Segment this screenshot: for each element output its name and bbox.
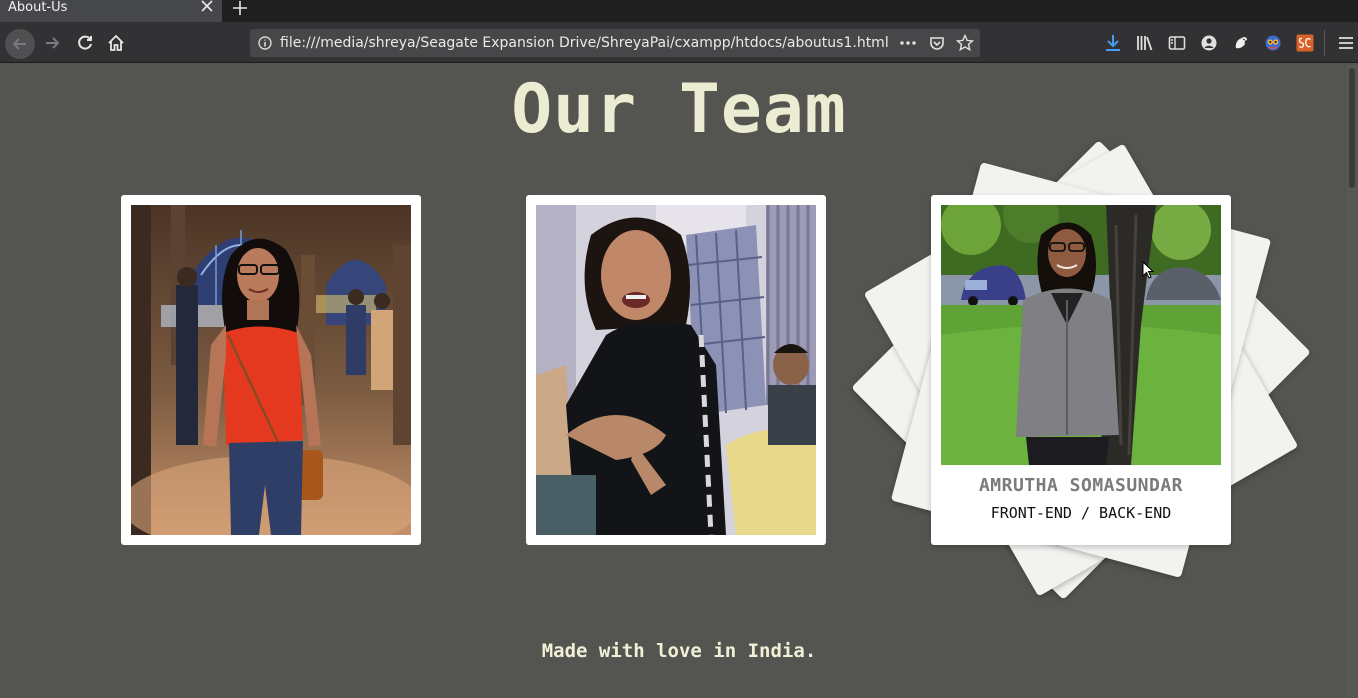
team-member-role: FRONT-END / BACK-END [990, 504, 1172, 522]
team-member-photo-2 [536, 205, 816, 535]
page-content: Our Team AMRUTHA SOMASUNDAR FRONT-END / … [0, 64, 1358, 698]
new-tab-icon[interactable] [232, 0, 248, 16]
scrollbar-thumb[interactable] [1349, 68, 1355, 188]
bookmark-star-icon[interactable] [956, 34, 974, 52]
toolbar-separator [1324, 30, 1325, 56]
team-card-1[interactable] [121, 195, 421, 545]
team-card-2[interactable] [526, 195, 826, 545]
reload-icon [78, 35, 92, 50]
extension-icon[interactable] [1296, 34, 1314, 52]
team-card-3[interactable]: AMRUTHA SOMASUNDAR FRONT-END / BACK-END [931, 195, 1231, 545]
team-member-name: AMRUTHA SOMASUNDAR [978, 475, 1184, 496]
team-member-photo-3 [941, 205, 1221, 465]
page-actions-icon[interactable] [899, 35, 917, 51]
back-arrow-icon [12, 38, 26, 50]
home-button[interactable] [104, 31, 128, 55]
tab-title: About-Us [8, 0, 68, 15]
download-icon[interactable] [1104, 34, 1122, 52]
menu-icon[interactable] [1337, 34, 1355, 52]
forward-arrow-icon [46, 37, 60, 49]
forward-button[interactable] [40, 31, 64, 55]
team-member-photo-1 [131, 205, 411, 535]
extension-icon[interactable] [1264, 34, 1282, 52]
page-footer: Made with love in India. [541, 640, 817, 662]
tab-about-us[interactable]: About-Us [0, 0, 222, 22]
close-tab-icon[interactable] [201, 0, 213, 14]
tab-strip: About-Us [0, 0, 1358, 22]
account-icon[interactable] [1200, 34, 1218, 52]
sidebar-icon[interactable] [1168, 34, 1186, 52]
url-bar[interactable]: file:///media/shreya/Seagate Expansion D… [250, 29, 980, 57]
pocket-icon[interactable] [929, 35, 945, 51]
url-text[interactable]: file:///media/shreya/Seagate Expansion D… [280, 35, 889, 51]
navigation-toolbar: file:///media/shreya/Seagate Expansion D… [0, 22, 1358, 63]
extension-icon[interactable] [1232, 34, 1250, 52]
site-info-icon[interactable] [258, 36, 272, 50]
home-icon [108, 34, 124, 51]
library-icon[interactable] [1136, 34, 1154, 52]
page-scrollbar[interactable] [1346, 64, 1358, 698]
page-title: Our Team [511, 70, 847, 149]
reload-button[interactable] [73, 31, 97, 55]
mouse-cursor-icon [1142, 261, 1154, 279]
back-button[interactable] [5, 29, 35, 59]
